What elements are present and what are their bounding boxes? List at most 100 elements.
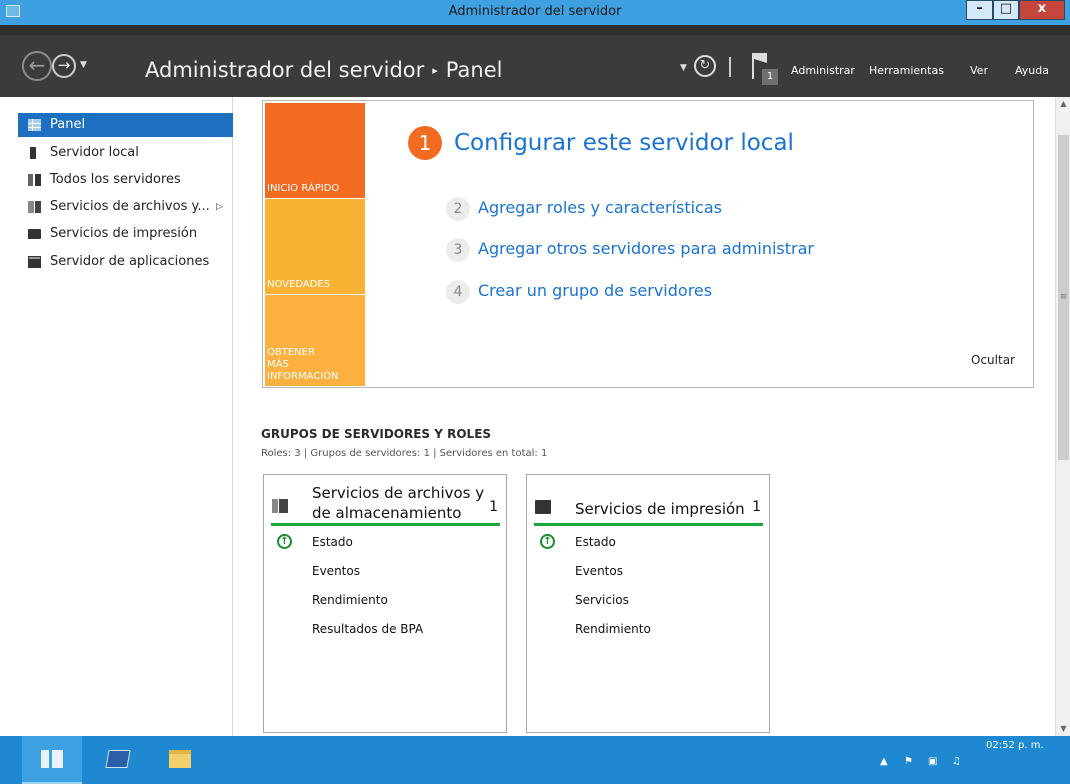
status-bar [271, 523, 500, 526]
card-header[interactable]: Servicios de archivos y de almacenamient… [272, 483, 498, 528]
dashboard-icon [28, 119, 41, 131]
card-title-line: Servicios de archivos y [312, 484, 485, 502]
maximize-button[interactable]: □ [993, 0, 1019, 20]
step-label: Crear un grupo de servidores [478, 281, 713, 300]
header-divider [729, 57, 731, 77]
status-bar [534, 523, 763, 526]
minimize-button[interactable]: – [966, 0, 993, 20]
sidebar-item-local-server[interactable]: Servidor local [18, 141, 233, 165]
breadcrumb: Administrador del servidor ▸ Panel [145, 58, 502, 82]
card-row-performance[interactable]: Rendimiento [312, 593, 388, 607]
roles-summary: Roles: 3 | Grupos de servidores: 1 | Ser… [261, 448, 548, 459]
card-row-events[interactable]: Eventos [575, 564, 623, 578]
notifications-count: 1 [762, 69, 778, 85]
tray-expand-icon[interactable]: ▲ [880, 756, 888, 767]
roles-section-title: GRUPOS DE SERVIDORES Y ROLES [261, 427, 492, 441]
card-row-events[interactable]: Eventos [312, 564, 360, 578]
sidebar-item-label: Todos los servidores [50, 172, 181, 187]
scroll-down-icon[interactable]: ▼ [1056, 722, 1070, 736]
welcome-panel: INICIO RÁPIDO NOVEDADES OBTENER MÁS INFO… [262, 100, 1034, 388]
card-count: 1 [489, 499, 498, 515]
card-title: Servicios de archivos y de almacenamient… [312, 483, 484, 523]
taskbar-powershell[interactable] [88, 736, 148, 784]
taskbar-server-manager[interactable] [22, 736, 82, 784]
sidebar-item-app-server[interactable]: Servidor de aplicaciones [18, 250, 233, 274]
taskbar-clock[interactable]: 02:52 p. m. [986, 740, 1044, 751]
notifications-flag-icon[interactable]: 1 [750, 53, 780, 85]
powershell-icon [105, 750, 131, 768]
card-title-line: Servicios de impresión [575, 500, 745, 518]
card-row-status[interactable]: Estado [312, 535, 353, 549]
step-label: Agregar roles y características [478, 198, 722, 217]
tile-whats-new[interactable]: NOVEDADES [265, 199, 365, 294]
card-row-bpa[interactable]: Resultados de BPA [312, 622, 423, 636]
tile-label: OBTENER MÁS INFORMACIÓN [267, 347, 339, 382]
sidebar-item-label: Servicios de archivos y... [50, 199, 210, 214]
scroll-grip-icon: ≡ [1059, 292, 1068, 302]
role-card-file-services[interactable]: Servicios de archivos y de almacenamient… [263, 474, 507, 733]
refresh-dropdown-icon[interactable]: ▼ [680, 63, 687, 73]
sidebar-item-panel[interactable]: Panel [18, 113, 233, 137]
hide-link[interactable]: Ocultar [971, 353, 1015, 367]
menu-administrar[interactable]: Administrar [791, 64, 855, 77]
step-configure-local-server[interactable]: 1 Configurar este servidor local [408, 126, 794, 160]
submenu-arrow-icon[interactable]: ▷ [216, 195, 223, 219]
breadcrumb-root[interactable]: Administrador del servidor [145, 58, 424, 82]
step-label: Agregar otros servidores para administra… [478, 239, 814, 258]
file-services-icon [272, 499, 288, 513]
role-card-print-services[interactable]: Servicios de impresión 1 ↑ Estado Evento… [526, 474, 770, 733]
step-label: Configurar este servidor local [454, 130, 794, 156]
card-row-status[interactable]: Estado [575, 535, 616, 549]
folder-icon [169, 750, 191, 768]
taskbar-explorer[interactable] [150, 736, 210, 784]
printer-icon [535, 500, 551, 514]
tray-network-icon[interactable]: ▣ [928, 756, 937, 767]
card-header[interactable]: Servicios de impresión 1 [535, 483, 761, 528]
window-titlebar: Administrador del servidor – □ x [0, 0, 1070, 25]
breadcrumb-current: Panel [445, 58, 503, 82]
card-row-services[interactable]: Servicios [575, 593, 629, 607]
tile-quick-start[interactable]: INICIO RÁPIDO [265, 103, 365, 198]
step-add-roles[interactable]: 2 Agregar roles y características [446, 197, 722, 221]
tile-label: NOVEDADES [267, 279, 331, 290]
card-title: Servicios de impresión [575, 499, 745, 519]
tile-learn-more[interactable]: OBTENER MÁS INFORMACIÓN [265, 295, 365, 386]
status-ok-icon: ↑ [277, 534, 292, 549]
back-button[interactable]: ← [22, 51, 52, 81]
menu-ayuda[interactable]: Ayuda [1015, 64, 1049, 77]
sidebar-item-label: Panel [50, 117, 86, 132]
app-header: ← → ▼ Administrador del servidor ▸ Panel ▼… [0, 25, 1070, 97]
forward-button[interactable]: → [52, 54, 76, 78]
card-title-line: de almacenamiento [312, 504, 462, 522]
step-create-group[interactable]: 4 Crear un grupo de servidores [446, 280, 712, 304]
sidebar-item-label: Servidor local [50, 145, 139, 160]
sidebar-item-label: Servidor de aplicaciones [50, 254, 210, 269]
tray-volume-icon[interactable]: ♫ [952, 756, 961, 767]
step-number: 3 [446, 238, 470, 262]
taskbar: ▲ ⚑ ▣ ♫ 02:52 p. m. [0, 736, 1070, 784]
sidebar-item-print-services[interactable]: Servicios de impresión [18, 222, 233, 246]
sidebar: Panel Servidor local Todos los servidore… [0, 97, 233, 736]
window-title: Administrador del servidor [448, 4, 622, 19]
refresh-icon[interactable]: ↻ [694, 55, 716, 77]
sidebar-item-all-servers[interactable]: Todos los servidores [18, 168, 233, 192]
servers-icon [28, 174, 41, 186]
sidebar-item-label: Servicios de impresión [50, 226, 198, 241]
printer-icon [28, 229, 41, 239]
tray-flag-icon[interactable]: ⚑ [904, 756, 913, 767]
menu-ver[interactable]: Ver [970, 64, 988, 77]
scroll-up-icon[interactable]: ▲ [1056, 97, 1070, 111]
server-icon [30, 147, 36, 159]
vertical-scrollbar[interactable]: ▲ ≡ ▼ [1055, 97, 1070, 736]
close-button[interactable]: x [1019, 0, 1065, 20]
history-dropdown-icon[interactable]: ▼ [80, 60, 87, 70]
menu-herramientas[interactable]: Herramientas [869, 64, 944, 77]
step-number: 1 [408, 126, 442, 160]
step-number: 4 [446, 280, 470, 304]
app-server-icon [28, 256, 41, 268]
step-add-servers[interactable]: 3 Agregar otros servidores para administr… [446, 238, 814, 262]
breadcrumb-separator-icon: ▸ [432, 64, 438, 77]
sidebar-item-file-services[interactable]: Servicios de archivos y... ▷ [18, 195, 233, 219]
card-row-performance[interactable]: Rendimiento [575, 622, 651, 636]
status-ok-icon: ↑ [540, 534, 555, 549]
